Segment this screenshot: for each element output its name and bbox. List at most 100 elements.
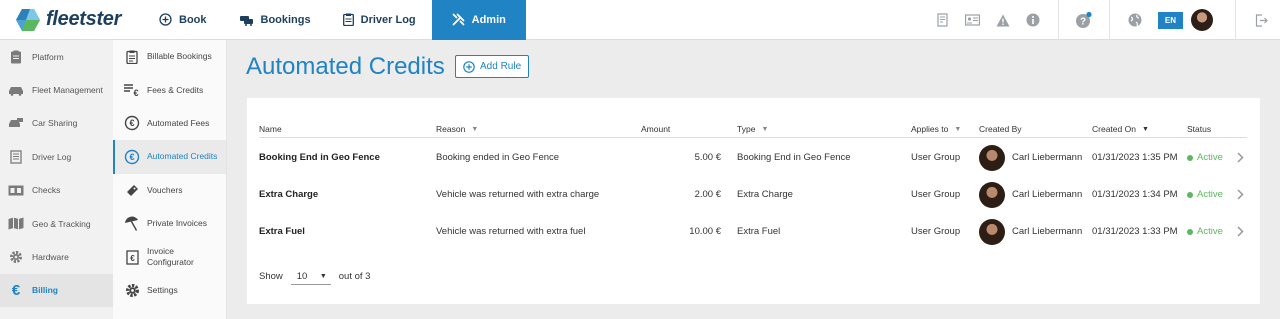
pagination: Show 10 ▼ out of 3 xyxy=(259,268,370,285)
subnav-automated-fees[interactable]: € Automated Fees xyxy=(113,107,226,140)
sidebar-item-geo-tracking[interactable]: Geo & Tracking xyxy=(0,207,113,240)
column-header-created-on[interactable]: Created On ▼ xyxy=(1092,124,1149,134)
nav-driver-log[interactable]: Driver Log xyxy=(327,0,432,40)
subnav-label: Automated Fees xyxy=(147,117,210,128)
subnav-label: Vouchers xyxy=(147,184,183,195)
chevron-right-icon[interactable] xyxy=(1237,139,1244,176)
cell-created-by: Carl Liebermann xyxy=(979,176,1082,213)
nav-bookings-label: Bookings xyxy=(260,13,311,26)
table-row[interactable]: Extra Fuel Vehicle was returned with ext… xyxy=(259,213,1247,250)
gear-icon xyxy=(8,250,24,264)
cell-applies-to: User Group xyxy=(911,152,961,163)
cell-applies-to: User Group xyxy=(911,189,961,200)
column-header-label: Applies to xyxy=(911,124,949,134)
document-icon[interactable] xyxy=(928,0,958,40)
add-rule-button[interactable]: Add Rule xyxy=(455,55,530,78)
add-rule-label: Add Rule xyxy=(480,61,522,72)
subnav-label: Fees & Credits xyxy=(147,84,204,95)
cell-created-on: 01/31/2023 1:34 PM xyxy=(1092,189,1178,200)
column-header-label: Type xyxy=(737,124,756,134)
svg-text:€: € xyxy=(130,254,135,263)
cell-amount: 10.00 € xyxy=(689,226,721,237)
sidebar-item-billing[interactable]: € Billing xyxy=(0,273,113,308)
column-header-created-by[interactable]: Created By xyxy=(979,124,1022,134)
show-label: Show xyxy=(259,271,283,282)
divider xyxy=(1108,0,1110,40)
help-icon[interactable]: ? xyxy=(1069,0,1099,40)
sidebar-item-label: Car Sharing xyxy=(32,118,78,129)
subnav-settings[interactable]: Settings xyxy=(113,274,226,307)
warning-icon[interactable] xyxy=(988,0,1018,40)
nav-book-label: Book xyxy=(179,13,207,26)
sidebar-item-fleet-management[interactable]: Fleet Management xyxy=(0,73,113,106)
top-right-toolbar: ? EN xyxy=(928,0,1280,40)
cell-reason: Booking ended in Geo Fence xyxy=(436,152,560,163)
column-header-type[interactable]: Type ▼ xyxy=(737,124,768,134)
cell-amount: 5.00 € xyxy=(694,152,721,163)
table-header: Name Reason ▼ Amount Type ▼ Applies to ▼ Cr… xyxy=(259,120,1247,138)
beach-umbrella-icon xyxy=(123,216,141,231)
fleetster-logo[interactable]: fleetster xyxy=(0,8,143,31)
sidebar-item-hardware[interactable]: Hardware xyxy=(0,240,113,273)
sidebar-item-platform[interactable]: Platform xyxy=(0,40,113,73)
user-avatar[interactable] xyxy=(1191,9,1213,31)
ticket-icon xyxy=(123,183,141,198)
sub-sidebar: Billable Bookings € Fees & Credits € Aut… xyxy=(113,40,227,319)
nav-bookings[interactable]: Bookings xyxy=(223,0,327,40)
info-icon[interactable] xyxy=(1018,0,1048,40)
column-header-amount[interactable]: Amount xyxy=(641,124,670,134)
subnav-label: Invoice Configurator xyxy=(147,246,194,268)
creator-name: Carl Liebermann xyxy=(1012,189,1083,200)
globe-icon[interactable] xyxy=(1120,0,1150,40)
chevron-down-icon: ▼ xyxy=(319,272,327,280)
sidebar-item-label: Fleet Management xyxy=(32,85,103,96)
nav-admin-label: Admin xyxy=(471,13,506,26)
top-bar: fleetster Book Bookings Driver Log Admin xyxy=(0,0,1280,40)
sort-caret-icon: ▼ xyxy=(954,125,962,133)
sort-caret-icon: ▼ xyxy=(1141,125,1149,133)
cell-status: Active xyxy=(1187,213,1223,250)
page-size-select[interactable]: 10 ▼ xyxy=(290,268,331,285)
svg-text:€: € xyxy=(129,119,134,129)
chevron-right-icon[interactable] xyxy=(1237,213,1244,250)
column-header-status[interactable]: Status xyxy=(1187,124,1211,134)
credits-table-card: Name Reason ▼ Amount Type ▼ Applies to ▼ Cr… xyxy=(247,98,1260,304)
table-row[interactable]: Extra Charge Vehicle was returned with e… xyxy=(259,176,1247,213)
cell-name: Extra Charge xyxy=(259,189,319,200)
sort-caret-icon: ▼ xyxy=(471,125,479,133)
column-header-applies-to[interactable]: Applies to ▼ xyxy=(911,124,961,134)
sort-caret-icon: ▼ xyxy=(761,125,769,133)
cell-name: Booking End in Geo Fence xyxy=(259,152,380,163)
nav-admin[interactable]: Admin xyxy=(431,0,526,40)
status-badge: Active xyxy=(1197,189,1223,200)
subnav-vouchers[interactable]: Vouchers xyxy=(113,174,226,207)
subnav-private-invoices[interactable]: Private Invoices xyxy=(113,207,226,240)
logout-icon[interactable] xyxy=(1246,0,1276,40)
total-label: out of 3 xyxy=(338,271,371,282)
status-dot xyxy=(1187,191,1193,198)
svg-text:€: € xyxy=(129,152,134,162)
clipboard-icon xyxy=(342,13,354,26)
subnav-billable-bookings[interactable]: Billable Bookings xyxy=(113,40,226,73)
cell-applies-to: User Group xyxy=(911,226,961,237)
sidebar-item-car-sharing[interactable]: Car Sharing xyxy=(0,107,113,140)
language-badge[interactable]: EN xyxy=(1157,11,1183,29)
nav-book[interactable]: Book xyxy=(143,0,223,40)
table-row[interactable]: Booking End in Geo Fence Booking ended i… xyxy=(259,139,1247,176)
chevron-right-icon[interactable] xyxy=(1237,176,1244,213)
subnav-invoice-configurator[interactable]: € Invoice Configurator xyxy=(113,240,226,273)
column-header-reason[interactable]: Reason ▼ xyxy=(436,124,478,134)
subnav-fees-credits[interactable]: € Fees & Credits xyxy=(113,73,226,106)
subnav-automated-credits[interactable]: € Automated Credits xyxy=(113,140,226,174)
column-header-label: Reason xyxy=(436,124,466,134)
top-navigation: Book Bookings Driver Log Admin xyxy=(143,0,526,40)
id-card-icon[interactable] xyxy=(958,0,988,40)
cell-amount: 2.00 € xyxy=(694,189,721,200)
map-icon xyxy=(8,217,24,230)
column-header-name[interactable]: Name xyxy=(259,124,282,134)
sidebar-item-driver-log[interactable]: Driver Log xyxy=(0,140,113,173)
sidebar-item-checks[interactable]: Checks xyxy=(0,174,113,207)
divider xyxy=(1057,0,1059,40)
cell-reason: Vehicle was returned with extra charge xyxy=(436,189,600,200)
euro-icon: € xyxy=(11,281,21,299)
